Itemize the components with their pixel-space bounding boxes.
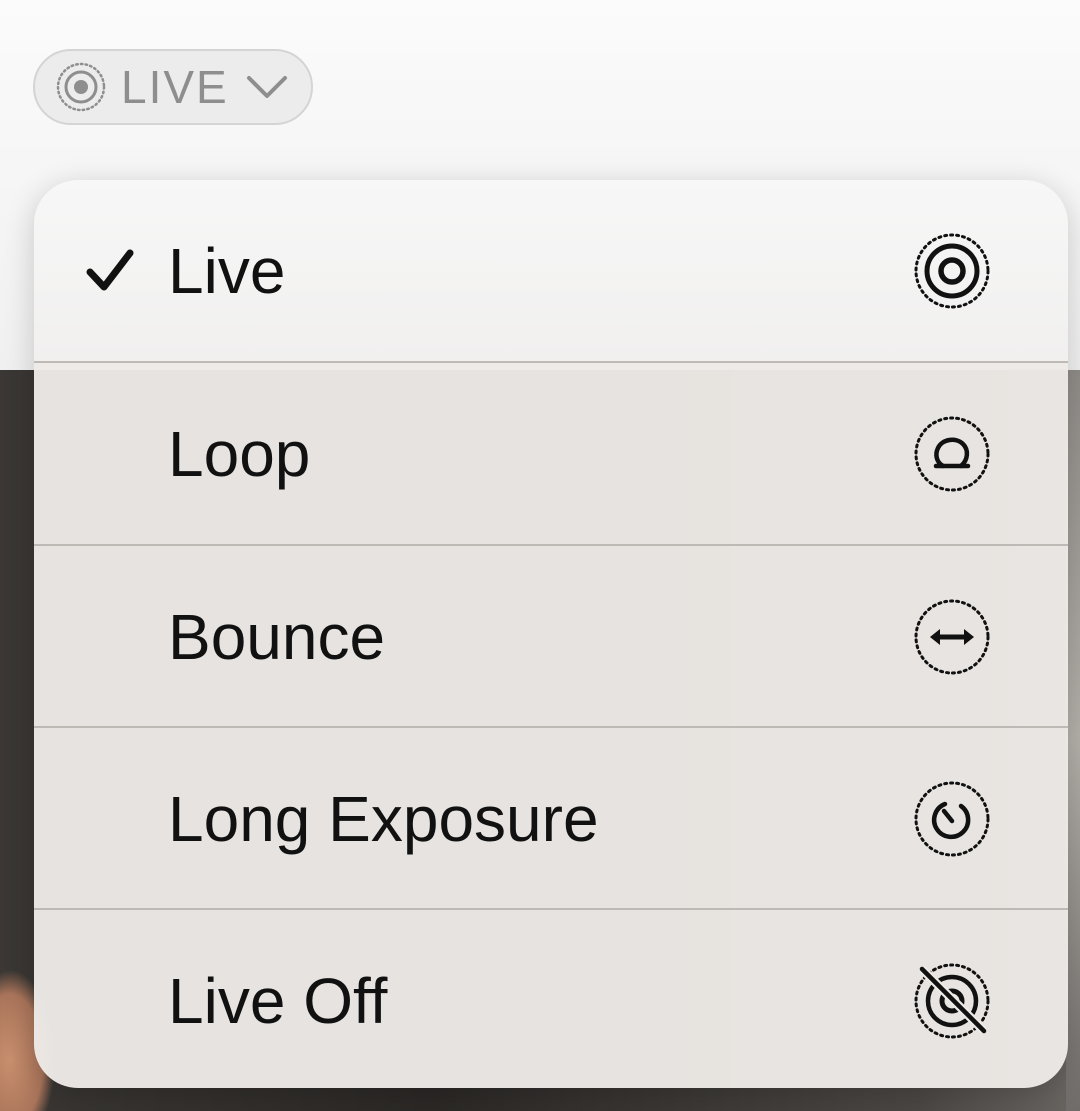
chevron-down-icon (245, 72, 289, 102)
menu-item-label: Loop (168, 418, 311, 490)
live-mode-label: LIVE (121, 61, 229, 113)
live-photo-icon (912, 231, 992, 311)
menu-item-live-off[interactable]: Live Off (34, 910, 1068, 1088)
bounce-icon (912, 597, 992, 677)
live-off-icon (912, 961, 992, 1041)
background-photo-edge (1066, 370, 1080, 1111)
menu-item-label: Live (168, 235, 286, 307)
menu-item-long-exposure[interactable]: Long Exposure (34, 728, 1068, 910)
menu-item-bounce[interactable]: Bounce (34, 546, 1068, 728)
menu-item-label: Live Off (168, 965, 388, 1037)
menu-item-live[interactable]: Live (34, 180, 1068, 362)
menu-item-label: Long Exposure (168, 783, 599, 855)
live-photo-icon (55, 61, 107, 113)
long-exposure-icon (912, 779, 992, 859)
checkmark-icon (84, 245, 136, 297)
menu-item-loop[interactable]: Loop (34, 363, 1068, 545)
live-mode-menu: Live Loop Bounce Long Exposure Live Off (34, 180, 1068, 1088)
loop-icon (912, 414, 992, 494)
live-mode-button[interactable]: LIVE (33, 49, 313, 125)
menu-item-label: Bounce (168, 601, 386, 673)
